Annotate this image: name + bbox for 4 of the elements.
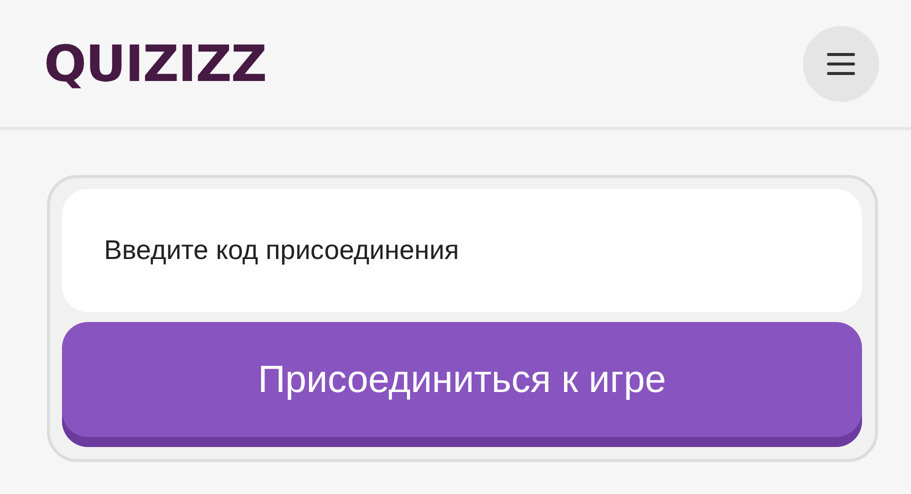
join-code-field[interactable]: Введите код присоединения	[62, 189, 862, 312]
logo: QUIZIZZ	[44, 34, 266, 92]
join-game-button[interactable]: Присоединиться к игре	[62, 322, 862, 447]
menu-icon	[826, 52, 856, 76]
